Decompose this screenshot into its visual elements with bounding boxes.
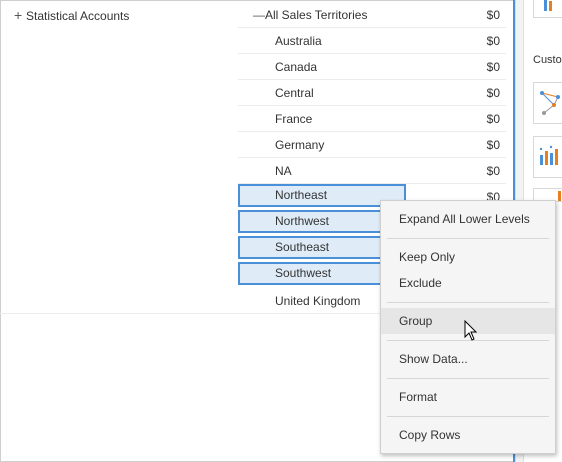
expand-plus-icon[interactable]: + <box>14 7 26 23</box>
menu-item-exclude[interactable]: Exclude <box>381 270 555 296</box>
table-row[interactable]: NA $0 <box>238 158 506 184</box>
menu-separator <box>387 302 549 303</box>
row-label: Central <box>275 86 314 100</box>
menu-separator <box>387 416 549 417</box>
custom-section-label: Custo <box>533 54 562 66</box>
row-label: Southwest <box>275 266 332 280</box>
collapse-minus-icon[interactable]: — <box>253 7 265 23</box>
row-label: Northeast <box>275 188 328 202</box>
row-label: France <box>275 112 313 126</box>
row-value: $0 <box>486 138 500 152</box>
row-value: $0 <box>486 60 500 74</box>
all-sales-territories-label: All Sales Territories <box>265 8 368 22</box>
mouse-pointer-icon <box>464 320 478 341</box>
menu-separator <box>387 238 549 239</box>
table-row[interactable]: Canada $0 <box>238 54 506 80</box>
row-value: $0 <box>486 164 500 178</box>
menu-item-format[interactable]: Format <box>381 384 555 410</box>
statistical-accounts-node[interactable]: + Statistical Accounts <box>14 7 129 23</box>
network-chart-icon <box>540 91 560 115</box>
chart-thumbnail-network[interactable] <box>533 82 562 124</box>
box-plot-icon <box>539 145 558 165</box>
row-label: Australia <box>275 34 322 48</box>
row-value: $0 <box>486 86 500 100</box>
row-label: Canada <box>275 60 318 74</box>
row-label: NA <box>275 164 292 178</box>
table-row[interactable]: Germany $0 <box>238 132 506 158</box>
all-sales-territories-node[interactable]: —All Sales Territories <box>253 7 367 23</box>
row-label: Southeast <box>275 240 330 254</box>
menu-item-show-data[interactable]: Show Data... <box>381 346 555 372</box>
menu-item-keep-only[interactable]: Keep Only <box>381 244 555 270</box>
row-value: $0 <box>486 34 500 48</box>
table-row[interactable]: Central $0 <box>238 80 506 106</box>
row-label: United Kingdom <box>275 294 361 308</box>
row-label: Northwest <box>275 214 330 228</box>
row-value: $0 <box>486 112 500 126</box>
row-label: Germany <box>275 138 325 152</box>
statistical-accounts-label: Statistical Accounts <box>26 9 130 23</box>
chart-thumbnail-boxplot[interactable] <box>533 136 562 178</box>
menu-item-copy-rows[interactable]: Copy Rows <box>381 422 555 448</box>
bar-chart-icon <box>544 0 552 11</box>
chart-thumbnail-top[interactable] <box>533 0 562 18</box>
menu-item-expand-all-lower-levels[interactable]: Expand All Lower Levels <box>381 206 555 232</box>
table-row[interactable]: France $0 <box>238 106 506 132</box>
all-sales-territories-value: $0 <box>486 8 500 22</box>
table-row[interactable]: Australia $0 <box>238 28 506 54</box>
menu-separator <box>387 378 549 379</box>
